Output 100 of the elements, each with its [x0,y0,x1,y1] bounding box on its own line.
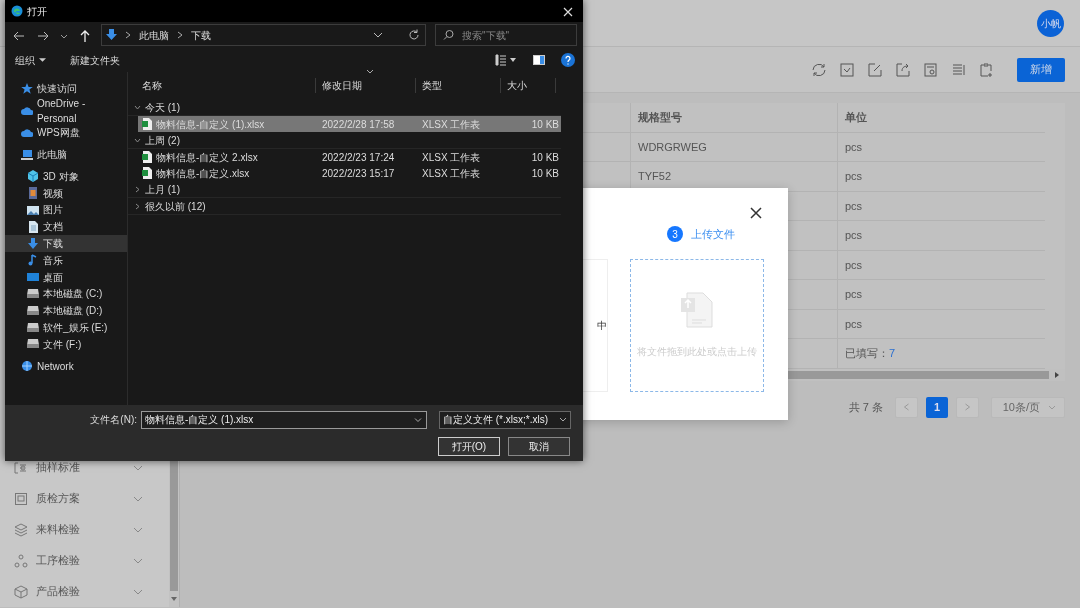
user-avatar[interactable]: 小帆 [1037,9,1064,37]
file-row[interactable]: 物料信息-自定义.xlsx 2022/2/23 15:17 XLSX 工作表 10 KB [138,165,561,181]
chevron-down-icon [559,417,567,422]
chevron-right-icon[interactable] [134,185,141,193]
nav-item[interactable]: 桌面 [5,268,127,286]
spreadsheet-icon [142,118,152,130]
cloud-icon [21,126,33,139]
file-size: 10 KB [530,166,559,181]
group-header[interactable]: 上月 (1) [128,181,561,198]
column-header[interactable]: 名称 [136,78,316,93]
nav-item[interactable]: 此电脑 [5,146,127,163]
address-bar[interactable]: 此电脑 下载 [101,24,426,46]
file-name-label: 文件名(N): [90,413,137,427]
file-upload-icon [680,291,714,328]
browser-icon [11,5,23,17]
page-size-select[interactable]: 10条/页 [991,396,1065,418]
file-type-select[interactable]: 自定义文件 (*.xlsx;*.xls) [439,410,571,429]
chevron-down-icon[interactable] [373,30,383,40]
nav-item[interactable]: 图片 [5,201,127,219]
chevron-right-icon[interactable] [134,202,141,210]
spreadsheet-icon [142,167,152,179]
sidebar-label: 质检方案 [36,491,81,507]
chevron-left-icon [904,403,909,411]
chevron-right-icon[interactable] [125,31,131,39]
nav-item[interactable]: 3D 对象 [5,168,127,185]
nav-item[interactable]: 音乐 [5,252,127,269]
file-date: 2022/2/23 15:17 [322,166,396,181]
help-icon[interactable] [561,53,575,67]
nav-item[interactable]: 本地磁盘 (D:) [5,302,127,320]
refresh-icon[interactable] [407,28,421,42]
star-icon [21,82,33,95]
sidebar-label: 产品检验 [36,584,81,600]
document-icon [14,491,28,506]
preview-pane-icon[interactable] [533,55,545,65]
column-header[interactable]: 类型 [416,78,501,93]
nav-item[interactable]: 下载 [5,235,127,252]
open-button[interactable]: 打开(O) [438,436,500,456]
file-size: 10 KB [530,150,559,165]
page-button[interactable]: 1 [926,396,948,418]
nav-item[interactable]: Network [5,357,127,375]
scroll-right-icon[interactable] [1053,370,1061,379]
file-name-field[interactable]: 物料信息-自定义 (1).xlsx [141,410,427,429]
nav-item[interactable]: 文件 (F:) [5,335,127,353]
file-name: 物料信息-自定义 2.xlsx [156,150,258,165]
group-header[interactable]: 上周 (2) [128,132,561,149]
table-cell-text: pcs [845,257,863,273]
drive-icon [27,287,39,300]
file-row[interactable]: 物料信息-自定义 2.xlsx 2022/2/23 17:24 XLSX 工作表 10 KB [138,149,561,165]
file-date: 2022/2/28 17:58 [322,117,396,132]
window-title: 打开 [27,4,48,19]
group-header[interactable]: 很久以前 (12) [128,198,561,215]
column-header: 单位 [845,110,867,125]
image-icon [27,204,39,216]
chevron-right-icon[interactable] [177,31,183,39]
nav-item[interactable]: 快速访问 [5,80,127,97]
desktop-icon [27,271,39,284]
table-cell-text: pcs [845,139,863,155]
table-cell-text: WDRGRWEG [638,139,707,155]
step-label: 上传文件 [691,227,735,242]
close-icon[interactable] [748,204,764,220]
nav-item[interactable]: WPS网盘 [5,124,127,141]
nodes-icon [14,553,28,568]
sidebar-label: 抽样标准 [36,460,81,476]
breadcrumb-item[interactable]: 下载 [191,27,211,43]
add-button[interactable]: 新增 [1017,57,1065,82]
drive-icon [27,304,39,317]
chevron-down-icon[interactable] [134,103,141,111]
file-type: XLSX 工作表 [422,117,482,132]
page-size-text: 10条/页 [1002,399,1040,415]
sort-caret-icon [366,69,374,74]
column-header[interactable]: 修改日期 [316,78,416,93]
column-header: 规格型号 [638,110,682,125]
caret-icon [39,58,46,62]
file-name: 物料信息-自定义 (1).xlsx [156,117,265,132]
cancel-button[interactable]: 取消 [508,436,570,456]
step-number: 3 [667,226,683,243]
scroll-down-icon[interactable] [170,595,178,603]
nav-item[interactable]: 文档 [5,218,127,236]
search-field[interactable]: 搜索"下载" [435,24,577,46]
total-count: 共 7 条 [848,399,883,415]
download-icon [27,237,39,250]
filled-count: 已填写：7 [845,346,896,361]
nav-item[interactable]: 视频 [5,184,127,202]
cube-icon [27,170,39,183]
sidebar-label: 工序检验 [36,553,81,569]
file-size: 10 KB [530,117,559,132]
chevron-down-icon [1048,404,1056,410]
file-type: XLSX 工作表 [422,166,482,181]
organize-menu[interactable]: 组织 [15,52,46,68]
download-icon [106,29,117,41]
nav-item[interactable]: 本地磁盘 (C:) [5,285,127,303]
box-icon [14,584,28,599]
nav-item[interactable]: 软件_娱乐 (E:) [5,319,127,336]
breadcrumb-item[interactable]: 此电脑 [139,27,169,43]
view-options-icon[interactable] [495,54,517,66]
table-cell-text: pcs [845,169,863,184]
drive-icon [27,321,39,334]
chevron-down-icon[interactable] [134,136,141,144]
new-folder-button[interactable]: 新建文件夹 [70,52,120,68]
column-header[interactable]: 大小 [501,78,556,93]
